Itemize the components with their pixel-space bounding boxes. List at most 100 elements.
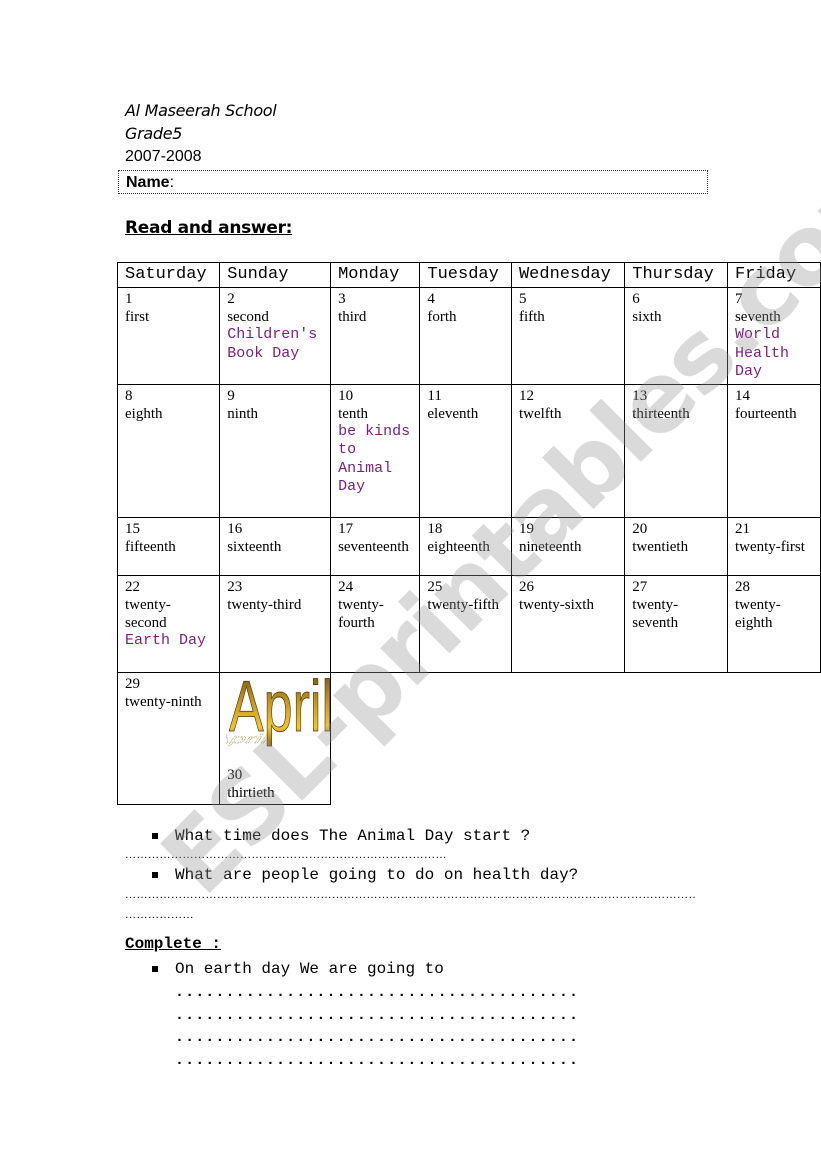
name-label: Name:	[126, 174, 174, 192]
calendar-day-cell: 23 twenty-third	[219, 574, 332, 673]
day-number: 24	[338, 578, 354, 595]
day-number: 1	[125, 291, 133, 307]
day-ordinal: twenty-fourth	[338, 596, 384, 631]
read-and-answer-heading: Read and answer:	[125, 218, 293, 238]
day-number: 16	[227, 520, 243, 537]
day-ordinal: thirteenth	[632, 405, 690, 422]
day-number: 15	[125, 520, 140, 537]
day-number: 13	[632, 387, 648, 404]
day-header: Monday	[330, 262, 421, 288]
empty-cell	[625, 672, 728, 804]
day-ordinal: twenty-sixth	[518, 596, 594, 613]
april-text: April	[229, 672, 330, 747]
day-ordinal: twelfth	[518, 405, 562, 422]
calendar-day-cell: 19 nineteenth	[510, 516, 626, 576]
calendar-day-cell: 21 twenty-first	[726, 516, 821, 576]
blank-line[interactable]: ........................................	[125, 1050, 700, 1073]
name-field[interactable]: Name:	[118, 170, 708, 194]
day-number: 8	[125, 387, 133, 404]
question-text: What are people going to do on health da…	[175, 866, 579, 884]
question-item: What are people going to do on health da…	[125, 864, 725, 886]
day-number: 19	[518, 520, 534, 537]
calendar-day-cell: 28 twenty-eighth	[726, 574, 821, 673]
calendar-day-cell: 20 twentieth	[624, 516, 728, 576]
day-number: 21	[734, 520, 750, 537]
calendar-day-cell: 17 seventeenth	[330, 516, 421, 576]
calendar-day-cell: 16 sixteenth	[219, 516, 332, 576]
answer-line[interactable]: …………………………………………………………………………	[125, 848, 450, 862]
day-ordinal: twenty-first	[734, 538, 805, 555]
calendar-day-cell: 18 eighteenth	[419, 516, 512, 576]
day-number: 26	[518, 578, 534, 595]
day-header: Thursday	[624, 262, 728, 288]
day-header: Saturday	[116, 262, 221, 288]
day-number: 25	[427, 578, 443, 595]
april-wordart-icon: AprilApril	[226, 672, 330, 747]
day-ordinal: thirtieth	[227, 784, 275, 801]
school-name: Al Maseerah School	[125, 101, 277, 120]
calendar-day-cell: 24 twenty-fourth	[330, 574, 421, 673]
complete-prompt-text: On earth day We are going to	[175, 960, 444, 978]
blank-line[interactable]: ........................................	[125, 1027, 700, 1050]
calendar-day-cell: 11 eleventh	[419, 383, 512, 518]
calendar-day-cell: 2 second Children's Book Day	[219, 287, 332, 385]
day-number: 18	[427, 520, 443, 537]
complete-prompt: On earth day We are going to	[125, 958, 725, 980]
day-ordinal: sixth	[632, 309, 662, 325]
grade-label: Grade5	[125, 124, 183, 143]
answer-line[interactable]: ………………	[125, 908, 205, 922]
day-number: 27	[632, 578, 648, 595]
day-number: 28	[734, 578, 750, 595]
day-number: 30	[227, 766, 243, 783]
blank-line[interactable]: ........................................	[125, 1005, 700, 1028]
day-ordinal: twenty-third	[227, 596, 302, 613]
day-ordinal: ninth	[227, 405, 259, 422]
calendar-day-cell: 22 twenty-second Earth Day	[116, 574, 221, 673]
answer-line[interactable]: ……………………………………………………………………………………………………………	[125, 888, 695, 902]
day-number: 14	[734, 387, 750, 404]
day-ordinal: second	[227, 309, 269, 325]
empty-cell	[331, 672, 420, 804]
calendar-day-cell: 10 tenth be kinds to Animal Day	[330, 383, 421, 518]
day-header: Sunday	[219, 262, 332, 288]
bullet-icon	[152, 966, 158, 972]
calendar-day-cell: 29 twenty-ninth	[116, 671, 221, 805]
day-ordinal: first	[125, 309, 150, 325]
question-item: What time does The Animal Day start ?	[125, 825, 725, 847]
blank-line[interactable]: ........................................	[125, 982, 700, 1005]
day-event: be kinds to Animal Day	[338, 422, 411, 496]
day-number: 3	[338, 291, 346, 307]
day-number: 22	[125, 578, 140, 595]
day-ordinal: eighteenth	[427, 538, 490, 555]
day-ordinal: twenty-second	[125, 596, 171, 631]
day-ordinal: nineteenth	[518, 538, 582, 555]
day-ordinal: twenty-fifth	[427, 596, 500, 613]
calendar-day-cell: 1 first	[116, 287, 221, 385]
calendar-header-row: Saturday Sunday Monday Tuesday Wednesday…	[116, 262, 821, 288]
calendar-day-cell: 25 twenty-fifth	[419, 574, 512, 673]
day-ordinal: twenty-eighth	[734, 596, 781, 631]
calendar-day-cell: 26 twenty-sixth	[510, 574, 626, 673]
day-number: 9	[227, 387, 235, 404]
calendar-week-row: 29 twenty-ninth April April 30 thirtieth	[116, 671, 821, 805]
empty-cell	[727, 672, 820, 804]
day-number: 5	[518, 291, 527, 307]
calendar-day-cell: 9 ninth	[219, 383, 332, 518]
day-ordinal: tenth	[338, 405, 369, 422]
day-ordinal: fourteenth	[734, 405, 797, 422]
day-header: Friday	[726, 262, 821, 288]
calendar-day-cell: 8 eighth	[116, 383, 221, 518]
day-ordinal: sixteenth	[227, 538, 282, 555]
calendar-day-cell: 5 fifth	[510, 287, 626, 385]
day-event: Children's Book Day	[227, 326, 318, 362]
day-ordinal: fifth	[518, 309, 545, 325]
day-number: 23	[227, 578, 243, 595]
day-number: 7	[734, 291, 743, 307]
day-ordinal: twenty-seventh	[632, 596, 679, 631]
day-ordinal: eighth	[125, 405, 163, 422]
april-calendar-table: Saturday Sunday Monday Tuesday Wednesday…	[116, 262, 821, 805]
calendar-day-cell: 27 twenty-seventh	[624, 574, 728, 673]
bullet-icon	[152, 872, 158, 878]
empty-cell	[420, 672, 512, 804]
calendar-day-cell: 6 sixth	[624, 287, 728, 385]
